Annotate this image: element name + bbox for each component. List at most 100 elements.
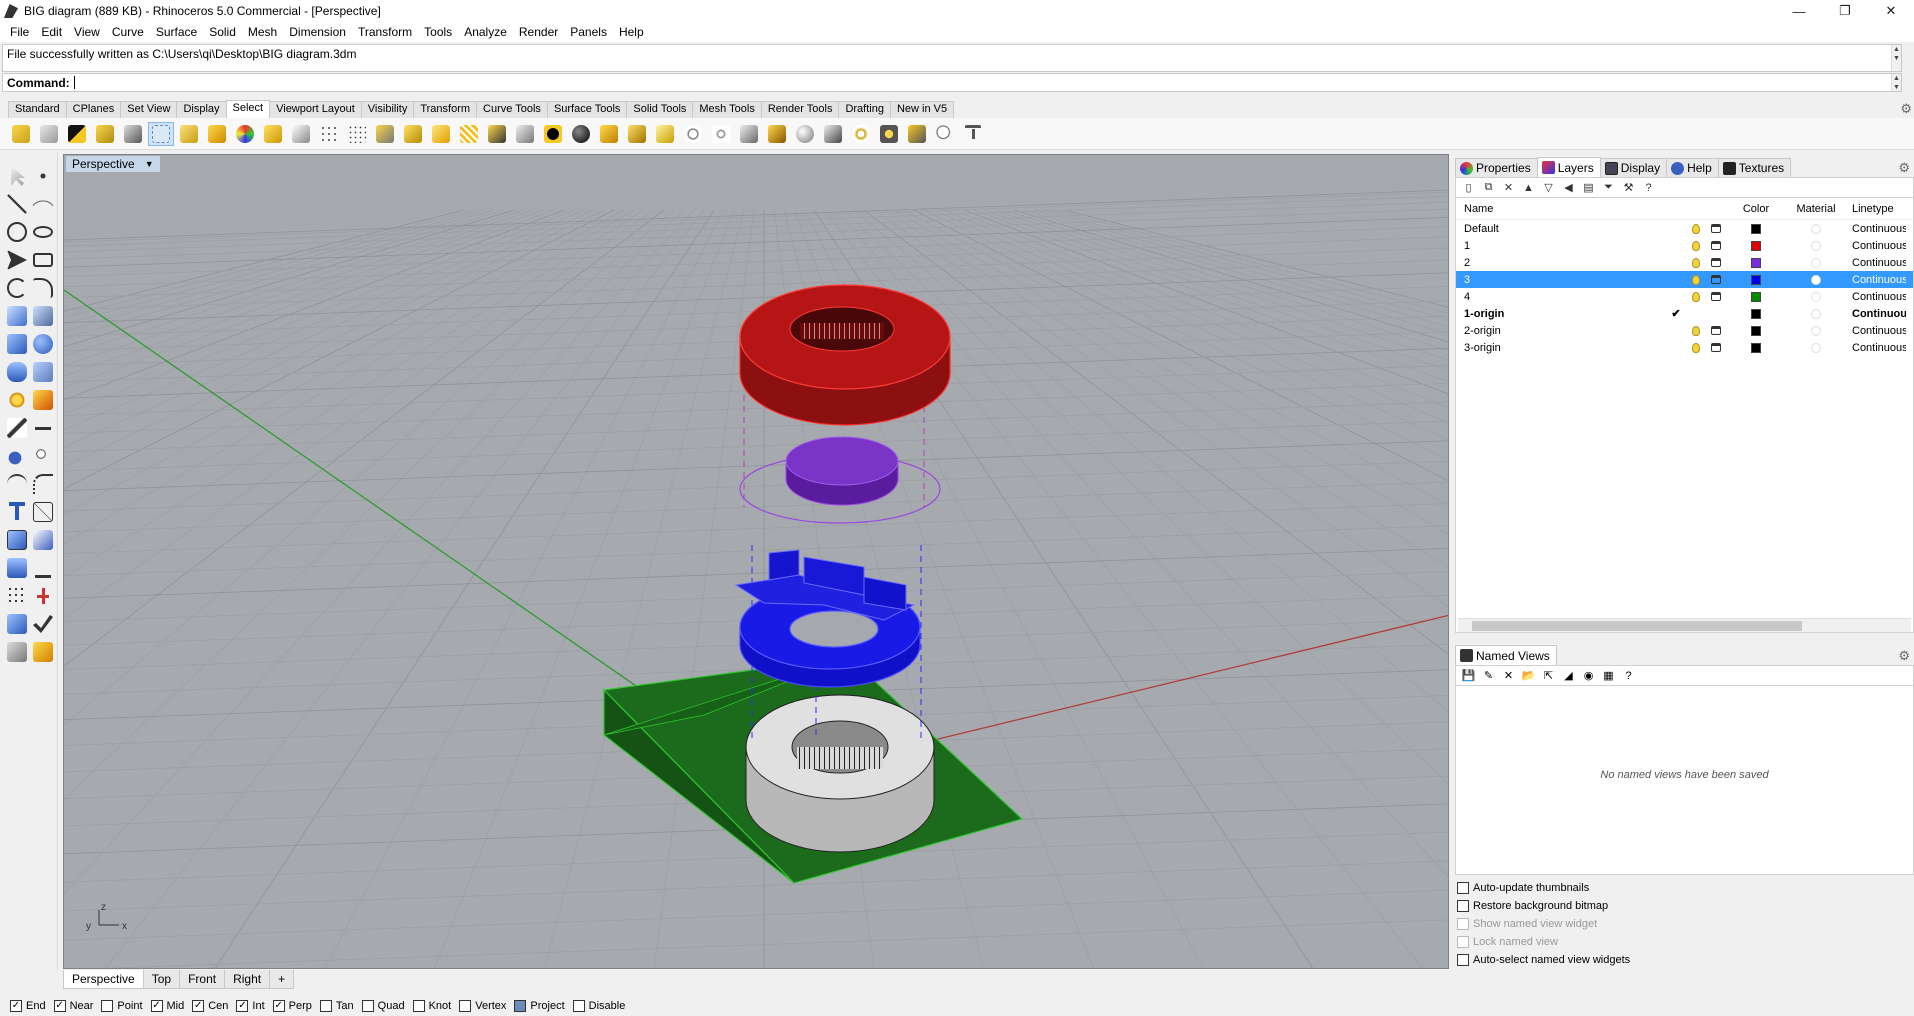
new-layer-icon[interactable]: ▯: [1460, 179, 1477, 196]
layer-horizontal-scrollbar[interactable]: [1458, 618, 1911, 632]
open-folder-icon[interactable]: 📂: [1520, 667, 1537, 684]
layer-linetype[interactable]: Continuous: [1846, 240, 1906, 252]
surface-edit-icon[interactable]: [30, 302, 56, 330]
named-view-option[interactable]: Show named view widget: [1457, 915, 1912, 933]
array-icon[interactable]: [4, 582, 30, 610]
viewport-scene[interactable]: z x y: [64, 155, 1449, 969]
select-points-icon[interactable]: [176, 122, 202, 146]
join-icon[interactable]: [30, 414, 56, 442]
material-dot-icon[interactable]: [1811, 308, 1821, 319]
menu-dimension[interactable]: Dimension: [283, 25, 352, 39]
layer-material-cell[interactable]: [1786, 240, 1846, 251]
layer-lock-toggle[interactable]: [1706, 343, 1726, 352]
select-point-cloud-icon[interactable]: [316, 122, 342, 146]
layer-lock-toggle[interactable]: [1706, 292, 1726, 301]
select-closed-curves-icon[interactable]: [624, 122, 650, 146]
tab-new-in-v5[interactable]: New in V5: [889, 101, 955, 118]
delete-layer-icon[interactable]: ✕: [1500, 179, 1517, 196]
layer-filter-list-icon[interactable]: ▤: [1580, 179, 1597, 196]
polyline-icon[interactable]: [4, 190, 30, 218]
select-open-curves-icon[interactable]: [736, 122, 762, 146]
eye-icon[interactable]: ◉: [1580, 667, 1597, 684]
select-planar-curves-icon[interactable]: [764, 122, 790, 146]
layer-row[interactable]: 2 Continuous: [1456, 254, 1913, 271]
menu-solid[interactable]: Solid: [203, 25, 242, 39]
select-previous-icon[interactable]: [120, 122, 146, 146]
delete-view-icon[interactable]: ✕: [1500, 667, 1517, 684]
command-line-scroll[interactable]: ▲ ▼: [1891, 74, 1901, 91]
unlock-icon[interactable]: [1711, 275, 1721, 284]
tab-right[interactable]: Right: [224, 970, 271, 989]
named-views-gear-icon[interactable]: ⚙: [1898, 648, 1910, 664]
menu-file[interactable]: File: [4, 25, 35, 39]
boolean-union-icon[interactable]: [30, 330, 56, 358]
menu-analyze[interactable]: Analyze: [458, 25, 513, 39]
layer-material-cell[interactable]: [1786, 274, 1846, 285]
select-lights-icon[interactable]: [428, 122, 454, 146]
tab-select[interactable]: Select: [225, 100, 271, 118]
extrude-icon[interactable]: [4, 358, 30, 386]
checkbox[interactable]: [1457, 954, 1469, 966]
rebuild-curve-icon[interactable]: [30, 470, 56, 498]
arc-icon[interactable]: [4, 274, 30, 302]
tab-mesh-tools[interactable]: Mesh Tools: [692, 101, 762, 118]
color-swatch[interactable]: [1751, 257, 1761, 268]
offset-icon[interactable]: [30, 442, 56, 470]
trim-icon[interactable]: [4, 414, 30, 442]
select-curves-icon[interactable]: [288, 122, 314, 146]
osnap-project[interactable]: Project: [514, 1000, 565, 1012]
layer-lock-toggle[interactable]: [1706, 258, 1726, 267]
layer-lock-toggle[interactable]: [1706, 275, 1726, 284]
named-view-option[interactable]: Auto-select named view widgets: [1457, 951, 1912, 969]
help-circle-icon[interactable]: ?: [1640, 179, 1657, 196]
checkbox[interactable]: [459, 1000, 472, 1012]
box-solid-icon[interactable]: [4, 330, 30, 358]
menu-panels[interactable]: Panels: [564, 25, 613, 39]
select-last-icon[interactable]: [92, 122, 118, 146]
color-swatch[interactable]: [1751, 240, 1761, 251]
unlock-icon[interactable]: [1711, 326, 1721, 335]
material-dot-icon[interactable]: [1811, 325, 1821, 336]
menu-view[interactable]: View: [68, 25, 106, 39]
layer-row[interactable]: 4 Continuous: [1456, 288, 1913, 305]
select-text-icon[interactable]: [484, 122, 510, 146]
layer-lock-toggle[interactable]: [1706, 224, 1726, 233]
layer-linetype[interactable]: Continuous: [1846, 274, 1906, 286]
move-up-icon[interactable]: ▲: [1520, 179, 1537, 196]
select-gear-icon[interactable]: [848, 122, 874, 146]
select-filter-icon[interactable]: [960, 122, 986, 146]
viewport-title-tab[interactable]: Perspective ▼: [66, 156, 160, 172]
checkbox[interactable]: ✓: [236, 1000, 249, 1012]
move-down-icon[interactable]: ▽: [1540, 179, 1557, 196]
new-sublayer-icon[interactable]: ⧉: [1480, 179, 1497, 196]
layer-row[interactable]: 3-origin Continuous: [1456, 339, 1913, 356]
lightbulb-icon[interactable]: [1692, 240, 1700, 251]
layer-linetype[interactable]: Continuous: [1846, 325, 1906, 337]
layer-row[interactable]: Default Continuous: [1456, 220, 1913, 237]
select-hatches-icon[interactable]: [456, 122, 482, 146]
command-history-scrollbar[interactable]: ▲ ▼: [1891, 45, 1901, 71]
select-window-icon[interactable]: [148, 121, 174, 146]
named-views-list[interactable]: No named views have been saved: [1455, 685, 1914, 875]
fillet-curve-icon[interactable]: [30, 274, 56, 302]
toolbar-gear-icon[interactable]: ⚙: [1900, 101, 1912, 117]
panel-gear-icon[interactable]: ⚙: [1898, 160, 1910, 176]
minimize-button[interactable]: —: [1776, 0, 1822, 22]
checkbox[interactable]: [514, 1000, 527, 1012]
unlock-icon[interactable]: [1711, 258, 1721, 267]
checkbox[interactable]: ✓: [53, 1000, 66, 1012]
color-swatch[interactable]: [1751, 308, 1761, 319]
layer-on-toggle[interactable]: [1686, 342, 1706, 353]
select-widget-icon[interactable]: ⇱: [1540, 667, 1557, 684]
layer-material-cell[interactable]: [1786, 342, 1846, 353]
layer-color-cell[interactable]: [1726, 257, 1786, 268]
layer-on-toggle[interactable]: [1686, 291, 1706, 302]
maximize-button[interactable]: ❐: [1822, 0, 1868, 22]
unlock-icon[interactable]: [1711, 224, 1721, 233]
osnap-cen[interactable]: ✓ Cen: [192, 1000, 228, 1012]
column-linetype[interactable]: Linetype: [1846, 203, 1906, 215]
menu-curve[interactable]: Curve: [106, 25, 150, 39]
layer-linetype[interactable]: Continuous: [1846, 308, 1906, 320]
checkbox[interactable]: [361, 1000, 374, 1012]
select-extrusions-icon[interactable]: [652, 122, 678, 146]
